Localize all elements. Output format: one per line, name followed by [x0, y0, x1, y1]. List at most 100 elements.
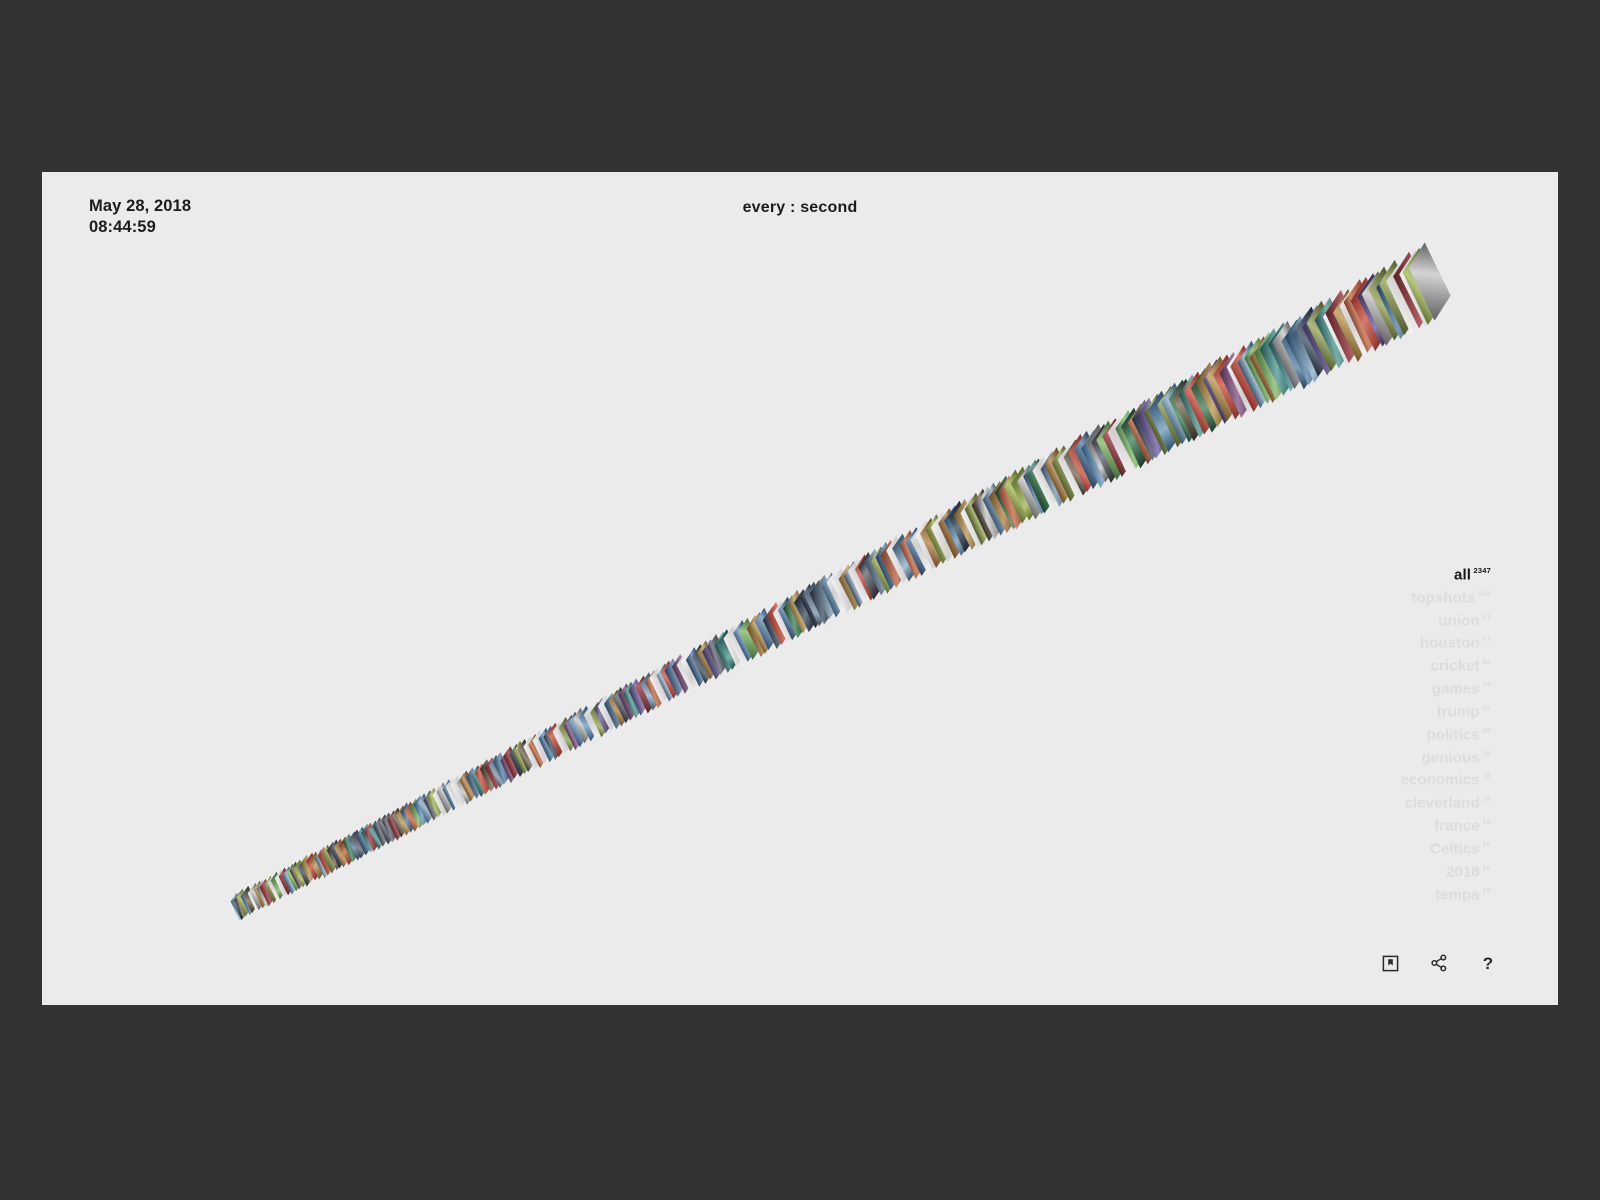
photo-card	[1378, 259, 1421, 336]
photo-card	[880, 540, 907, 589]
photo-card	[692, 644, 714, 685]
tag-count: 124	[1477, 588, 1491, 598]
photo-card	[686, 646, 708, 687]
photo-card	[855, 554, 881, 602]
photo-card	[264, 875, 280, 904]
tag-item-genious[interactable]: genious 28	[1171, 748, 1491, 766]
photo-card	[1306, 300, 1346, 372]
share-icon	[1430, 954, 1448, 972]
photo-card	[1292, 311, 1330, 383]
tag-count: 28	[1482, 748, 1491, 758]
photo-card	[351, 829, 368, 859]
tag-count: 87	[1482, 634, 1491, 644]
photo-card	[865, 548, 892, 596]
photo-card	[338, 836, 355, 866]
photo-card	[613, 686, 634, 724]
photo-card	[321, 844, 338, 873]
photo-card	[578, 705, 598, 742]
photo-card	[899, 530, 927, 580]
photo-card	[1268, 322, 1306, 392]
photo-card	[831, 568, 858, 614]
tag-item-cleverland[interactable]: cleverland 18	[1171, 795, 1491, 811]
photo-card	[920, 518, 948, 569]
tag-count: 16	[1482, 885, 1491, 895]
photo-card	[1237, 340, 1275, 408]
photo-card	[1402, 247, 1445, 325]
photo-card	[500, 749, 518, 784]
photo-card	[1332, 288, 1373, 362]
tag-item-celtics[interactable]: Celtics 18	[1171, 841, 1491, 857]
tag-item-trump[interactable]: trump 69	[1171, 704, 1491, 720]
tag-count: 18	[1482, 839, 1491, 849]
photo-card	[368, 820, 385, 850]
photo-card	[1314, 297, 1355, 369]
photo-card	[948, 500, 976, 553]
photo-card	[609, 689, 630, 726]
photo-card	[282, 866, 298, 895]
photo-card	[925, 513, 954, 564]
photo-card	[714, 631, 737, 673]
photo-card	[230, 892, 246, 921]
tag-item-politics[interactable]: politics 66	[1171, 727, 1491, 743]
photo-card	[676, 652, 699, 692]
share-button[interactable]	[1429, 953, 1449, 973]
photo-card	[326, 842, 343, 871]
tag-item-economics[interactable]: economics 18	[1171, 772, 1491, 788]
tag-item-union[interactable]: union 91	[1171, 612, 1491, 629]
photo-card	[1350, 276, 1391, 351]
help-button[interactable]: ?	[1478, 953, 1498, 973]
tag-label: Celtics	[1429, 840, 1480, 858]
tag-label: genious	[1421, 748, 1480, 766]
tag-label: houston	[1419, 634, 1480, 652]
photo-card	[235, 891, 250, 919]
photo-card	[1212, 354, 1249, 420]
photo-card	[777, 596, 802, 641]
photo-card	[289, 861, 305, 890]
photo-card	[1399, 250, 1441, 327]
photo-card	[459, 770, 478, 803]
photo-card	[466, 767, 484, 800]
tag-item-houston[interactable]: houston 87	[1171, 635, 1491, 651]
photo-card	[640, 672, 662, 711]
tag-item-france[interactable]: france 18	[1171, 818, 1491, 834]
photo-card	[671, 654, 693, 694]
photo-card	[1168, 379, 1203, 443]
photo-card	[1367, 266, 1410, 341]
photo-card	[1393, 251, 1435, 328]
photo-card	[396, 805, 413, 836]
photo-card	[680, 649, 703, 689]
tag-item-games[interactable]: games 74	[1171, 681, 1491, 697]
photo-card	[773, 599, 797, 643]
tag-count: 82	[1482, 657, 1491, 667]
photo-card	[649, 666, 671, 705]
photo-card	[356, 826, 373, 856]
photo-card	[733, 620, 757, 661]
tag-label: all	[1454, 566, 1471, 584]
photo-card	[247, 884, 263, 913]
photo-card	[329, 840, 346, 869]
photo-card	[378, 814, 395, 844]
photo-card	[988, 480, 1019, 534]
photo-card	[342, 833, 359, 862]
photo-card	[656, 663, 678, 702]
photo-card	[597, 694, 618, 732]
tag-list: all 2347 topshots 124 union 91 houston 87 cricke…	[1171, 567, 1491, 909]
tag-label: politics	[1426, 726, 1480, 744]
tag-item-topshots[interactable]: topshots 124	[1171, 590, 1491, 606]
photo-card	[623, 681, 645, 719]
photo-card	[1023, 459, 1054, 515]
photo-card	[1249, 335, 1287, 403]
tag-item-tempa[interactable]: tempa 16	[1171, 885, 1491, 903]
bookmark-button[interactable]	[1380, 953, 1400, 973]
photo-card	[821, 572, 847, 618]
photo-card	[1339, 282, 1379, 356]
photo-card	[305, 853, 321, 882]
photo-card	[1017, 464, 1048, 520]
tag-item-2018[interactable]: 2018 16	[1171, 864, 1491, 880]
tag-label: cricket	[1430, 657, 1480, 675]
tag-item-all[interactable]: all 2347	[1171, 567, 1491, 583]
photo-card	[310, 851, 326, 880]
tag-item-cricket[interactable]: cricket 82	[1171, 658, 1491, 674]
photo-card	[479, 758, 498, 792]
photo-card	[236, 889, 252, 917]
